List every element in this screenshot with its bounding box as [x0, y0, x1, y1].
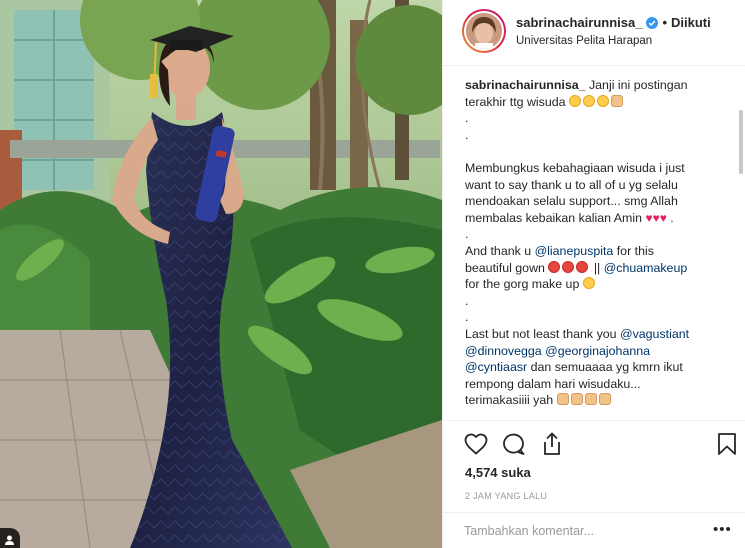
- caption-text: membalas kebaikan kalian Amin: [465, 210, 643, 225]
- like-count[interactable]: 4,574 suka: [465, 465, 531, 480]
- emoji-icon: [569, 94, 582, 107]
- post-timestamp[interactable]: 2 JAM YANG LALU: [465, 491, 547, 501]
- praying-hands-emoji: [556, 393, 569, 406]
- caption-text: want to say thank u to all of u yg selal…: [465, 177, 678, 192]
- caption-username-link[interactable]: sabrinachairunnisa_: [465, 78, 586, 92]
- caption-text: Membungkus kebahagiaan wisuda i just: [465, 160, 685, 175]
- caption-dot: .: [465, 127, 469, 142]
- emoji-icon: [576, 260, 589, 273]
- praying-hands-emoji: [570, 393, 583, 406]
- separator-dot: •: [662, 15, 668, 30]
- mention-link[interactable]: @cyntiaasr: [465, 360, 527, 374]
- mention-link[interactable]: @lianepuspita: [535, 244, 614, 258]
- emoji-icon: [562, 260, 575, 273]
- post-photo[interactable]: [0, 0, 442, 548]
- mention-link[interactable]: @dinnovegga: [465, 344, 542, 358]
- user-tag-icon: [5, 535, 14, 545]
- save-button[interactable]: [714, 432, 740, 461]
- verified-badge-icon: [646, 16, 659, 29]
- caption-text: ||: [590, 260, 604, 275]
- red-heart-emoji: ♥: [645, 210, 653, 225]
- post-image: [0, 0, 442, 548]
- caption-text: terimakasiiii yah: [465, 393, 554, 408]
- caption-text: And thank u: [465, 243, 535, 258]
- caption-text: for the gorg make up: [465, 277, 580, 292]
- share-upload-icon: [541, 431, 563, 461]
- caption-text: beautiful gown: [465, 260, 545, 275]
- mention-link[interactable]: @vagustiant: [620, 327, 689, 341]
- praying-hands-emoji: [584, 393, 597, 406]
- ellipsis-icon[interactable]: •••: [713, 522, 732, 537]
- caption-text: terakhir ttg wisuda: [465, 94, 566, 109]
- caption-dot: .: [465, 293, 469, 308]
- caption-text: Janji ini postingan: [588, 78, 688, 92]
- location-link[interactable]: Universitas Pelita Harapan: [516, 34, 711, 49]
- post-actions: [443, 420, 745, 464]
- share-button[interactable]: [539, 431, 565, 461]
- emoji-icon: [583, 94, 596, 107]
- praying-hands-emoji: [598, 393, 611, 406]
- comment-bar: •••: [443, 512, 745, 548]
- post-caption: sabrinachairunnisa_ Janji ini postingan …: [465, 77, 727, 409]
- caption-dot: .: [465, 227, 469, 242]
- caption-text: rempong dalam hari wisudaku...: [465, 376, 641, 391]
- caption-dot: .: [465, 111, 469, 126]
- caption-scrollbar[interactable]: [739, 110, 743, 174]
- emoji-icon: [582, 277, 595, 290]
- red-heart-emoji: ♥: [652, 210, 660, 225]
- avatar-image: [464, 11, 504, 51]
- red-heart-emoji: ♥: [659, 210, 667, 225]
- heart-outline-icon: [464, 433, 488, 460]
- user-tag-button[interactable]: [0, 528, 20, 548]
- avatar[interactable]: [462, 9, 506, 53]
- caption-text: for this: [613, 243, 654, 258]
- caption-dot: .: [670, 210, 674, 225]
- emoji-icon: [597, 94, 610, 107]
- comment-button[interactable]: [501, 433, 527, 459]
- caption-text: mendoakan selalu support... smg Allah: [465, 194, 678, 209]
- like-button[interactable]: [463, 433, 489, 459]
- bookmark-icon: [717, 432, 737, 461]
- hand-emoji-icon: [611, 94, 624, 107]
- speech-bubble-icon: [502, 432, 526, 461]
- follow-status-button[interactable]: Diikuti: [671, 14, 711, 31]
- caption-dot: .: [465, 310, 469, 325]
- username-link[interactable]: sabrinachairunnisa_: [516, 14, 642, 31]
- comment-input[interactable]: [464, 524, 714, 538]
- post-sidebar: sabrinachairunnisa_ • Diikuti Universita…: [442, 0, 745, 548]
- caption-text: dan semuaaaa yg kmrn ikut: [527, 360, 683, 375]
- caption-text: Last but not least thank you: [465, 326, 620, 341]
- post-header: sabrinachairunnisa_ • Diikuti Universita…: [443, 0, 745, 66]
- mention-link[interactable]: @chuamakeup: [604, 261, 688, 275]
- emoji-icon: [548, 260, 561, 273]
- mention-link[interactable]: @georginajohanna: [545, 344, 650, 358]
